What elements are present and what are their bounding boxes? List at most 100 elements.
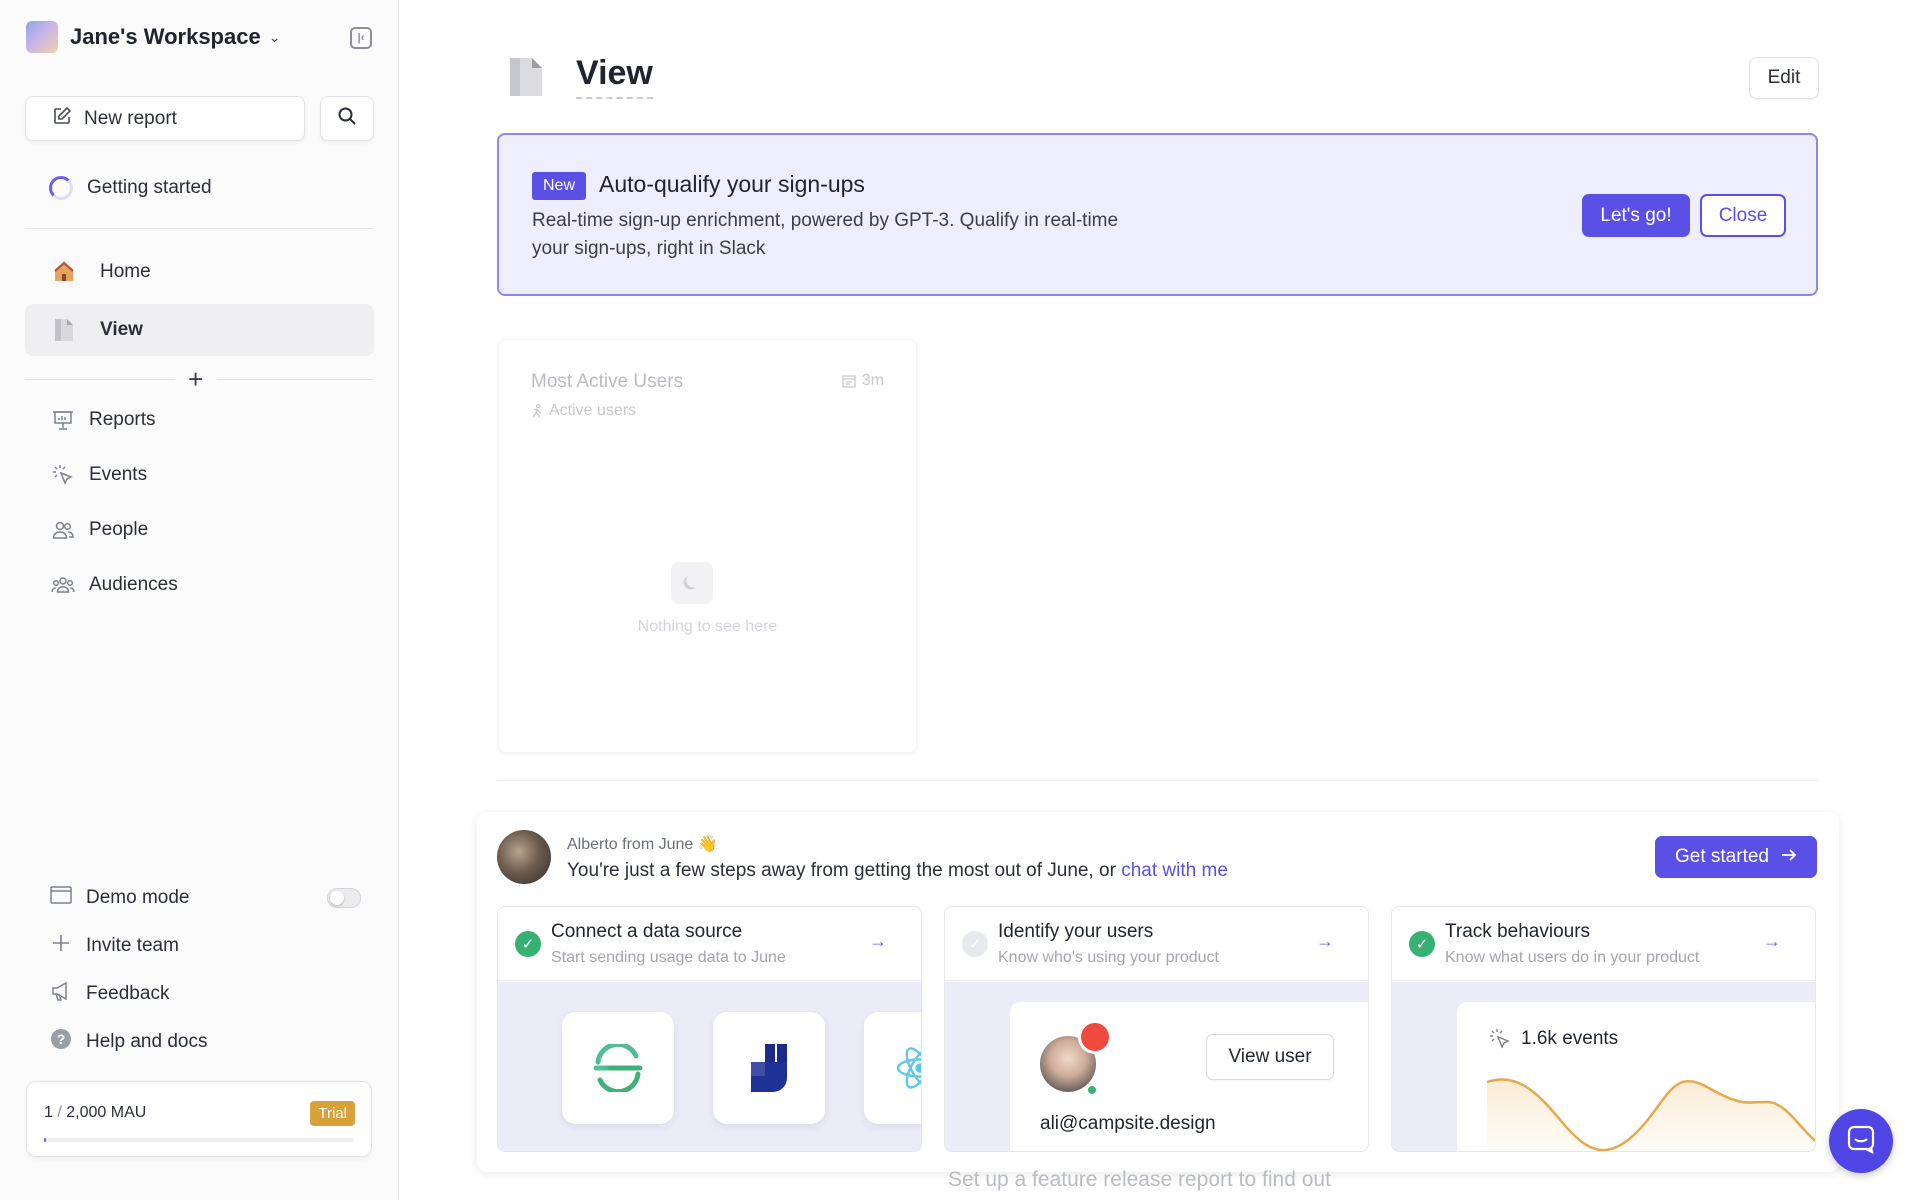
cursor-click-icon xyxy=(51,463,75,487)
onboarding-panel: Alberto from June 👋 You're just a few st… xyxy=(477,812,1839,1172)
section-divider xyxy=(497,780,1818,781)
react-logo-tile xyxy=(864,1012,921,1124)
trial-badge: Trial xyxy=(310,1101,355,1126)
check-circle-icon: ✓ xyxy=(515,931,541,957)
step-identify-users[interactable]: ✓ Identify your users Know who's using y… xyxy=(944,906,1369,1152)
megaphone-icon xyxy=(50,980,72,1008)
running-person-icon xyxy=(532,404,542,418)
invite-team-button[interactable]: Invite team xyxy=(50,931,179,961)
page-icon xyxy=(52,318,76,342)
sidebar-item-view[interactable]: View xyxy=(25,304,374,356)
question-circle-icon: ? xyxy=(50,1028,72,1056)
jitsu-logo-icon xyxy=(751,1044,787,1092)
promo-banner: New Auto-qualify your sign-ups Real-time… xyxy=(497,133,1818,296)
step-subtitle: Start sending usage data to June xyxy=(551,949,786,966)
segment-logo-icon xyxy=(593,1044,643,1092)
new-report-label: New report xyxy=(84,107,177,129)
arrow-right-icon: → xyxy=(869,931,887,951)
sidebar-item-reports[interactable]: Reports xyxy=(25,394,374,446)
arrow-right-icon xyxy=(1781,846,1797,868)
step-title: Identify your users xyxy=(998,921,1154,942)
user-preview-card: View user ali@campsite.design xyxy=(1010,1002,1368,1151)
chat-launcher-button[interactable] xyxy=(1829,1109,1893,1173)
widget-subtitle: Active users xyxy=(531,402,636,420)
react-logo-icon xyxy=(896,1047,921,1089)
step-connect-data-source[interactable]: ✓ Connect a data source Start sending us… xyxy=(497,906,922,1152)
step-title: Track behaviours xyxy=(1445,921,1591,942)
chevron-down-icon: ⌄ xyxy=(268,28,281,45)
add-page-icon[interactable]: + xyxy=(188,364,203,395)
group-icon xyxy=(51,573,75,597)
view-user-button[interactable]: View user xyxy=(1206,1034,1334,1080)
workspace-switcher[interactable]: Jane's Workspace ⌄ xyxy=(26,20,280,54)
new-badge: New xyxy=(532,172,587,200)
chat-icon xyxy=(1846,1124,1876,1159)
edit-button[interactable]: Edit xyxy=(1749,57,1819,99)
check-circle-icon: ✓ xyxy=(1409,931,1435,957)
mau-usage-text: 1 / 2,000 MAU xyxy=(44,1104,147,1121)
lets-go-button[interactable]: Let's go! xyxy=(1582,194,1690,237)
progress-spinner-icon xyxy=(49,176,73,200)
presentation-icon xyxy=(51,408,75,432)
events-count: 1.6k events xyxy=(1489,1028,1618,1050)
sidebar: Jane's Workspace ⌄ |‹ New report Getting… xyxy=(0,0,399,1200)
onboarding-message: You're just a few steps away from gettin… xyxy=(567,860,1228,881)
demo-mode-label: Demo mode xyxy=(86,887,190,908)
collapse-sidebar-icon[interactable]: |‹ xyxy=(350,27,372,49)
banner-description: Real-time sign-up enrichment, powered by… xyxy=(532,210,1119,259)
page-title[interactable]: View xyxy=(576,54,653,99)
onboarding-sender: Alberto from June 👋 xyxy=(567,836,718,853)
get-started-button[interactable]: Get started xyxy=(1655,836,1817,878)
footer-hint: Set up a feature release report to find … xyxy=(948,1168,1331,1191)
edit-icon xyxy=(52,106,72,132)
sidebar-item-label: Getting started xyxy=(87,177,212,198)
svg-text:?: ? xyxy=(57,1031,66,1047)
check-circle-icon: ✓ xyxy=(962,931,988,957)
arrow-right-icon: → xyxy=(1316,931,1334,951)
feedback-button[interactable]: Feedback xyxy=(50,979,169,1009)
empty-state-text: Nothing to see here xyxy=(637,618,778,635)
close-banner-button[interactable]: Close xyxy=(1700,194,1786,237)
new-report-button[interactable]: New report xyxy=(25,96,305,141)
sidebar-item-label: Events xyxy=(89,464,148,485)
workspace-logo xyxy=(26,21,58,53)
sidebar-item-audiences[interactable]: Audiences xyxy=(25,559,374,611)
online-status-icon xyxy=(1086,1084,1098,1096)
invite-team-label: Invite team xyxy=(86,935,179,956)
arrow-right-icon: → xyxy=(1763,931,1781,951)
sidebar-item-people[interactable]: People xyxy=(25,504,374,556)
demo-mode-row[interactable]: Demo mode xyxy=(50,883,190,913)
demo-mode-toggle[interactable] xyxy=(327,888,361,908)
jitsu-logo-tile xyxy=(713,1012,825,1124)
sidebar-item-events[interactable]: Events xyxy=(25,449,374,501)
step-track-behaviours[interactable]: ✓ Track behaviours Know what users do in… xyxy=(1391,906,1816,1152)
calendar-icon xyxy=(842,375,856,388)
step-subtitle: Know who's using your product xyxy=(998,949,1219,966)
search-icon xyxy=(337,106,357,131)
sidebar-divider xyxy=(25,228,374,229)
add-page-row: + xyxy=(25,364,374,395)
house-icon xyxy=(52,260,76,284)
most-active-users-widget[interactable]: Most Active Users 3m Active users Nothin… xyxy=(498,339,917,753)
cursor-click-icon xyxy=(1490,1029,1510,1049)
chat-with-me-link[interactable]: chat with me xyxy=(1121,860,1228,881)
search-button[interactable] xyxy=(320,96,374,141)
workspace-name: Jane's Workspace xyxy=(70,24,261,49)
banner-title: Auto-qualify your sign-ups xyxy=(599,171,865,197)
feedback-label: Feedback xyxy=(86,983,170,1004)
segment-logo-tile xyxy=(562,1012,674,1124)
help-docs-button[interactable]: ? Help and docs xyxy=(50,1027,207,1057)
sidebar-item-getting-started[interactable]: Getting started xyxy=(25,162,374,214)
widget-title: Most Active Users xyxy=(531,371,684,392)
page-icon xyxy=(508,56,544,98)
help-docs-label: Help and docs xyxy=(86,1031,208,1052)
step-title: Connect a data source xyxy=(551,921,743,942)
plus-icon xyxy=(50,932,72,960)
mau-usage-card[interactable]: 1 / 2,000 MAU Trial xyxy=(26,1081,372,1157)
events-sparkline xyxy=(1486,1078,1815,1151)
sidebar-item-home[interactable]: Home xyxy=(25,246,374,298)
events-preview-card: 1.6k events xyxy=(1457,1002,1815,1151)
sidebar-item-label: View xyxy=(100,319,143,340)
sidebar-item-label: Audiences xyxy=(89,574,178,595)
avatar xyxy=(497,830,551,884)
